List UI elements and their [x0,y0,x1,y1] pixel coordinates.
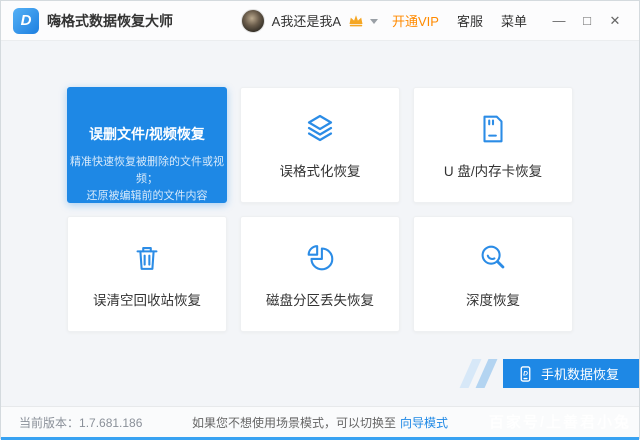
recovery-mode-grid: 误删文件/视频恢复 精准快速恢复被删除的文件或视频； 还原被编辑前的文件内容 误… [1,41,639,332]
card-deep-recovery[interactable]: 深度恢复 [413,216,573,332]
phone-button-label: 手机数据恢复 [541,364,619,383]
mode-hint: 如果您不想使用场景模式，可以切换至向导模式 [192,414,448,431]
watermark: 百家号/上善君小兔 [489,411,631,432]
phone-recovery-area: D 手机数据恢复 [466,359,639,388]
svg-text:D: D [523,370,528,377]
card-title: 误删文件/视频恢复 [89,124,205,144]
wizard-mode-link[interactable]: 向导模式 [400,416,448,430]
status-bar: 当前版本：1.7.681.186 如果您不想使用场景模式，可以切换至向导模式 百… [1,406,639,440]
titlebar-right: A我还是我A 开通VIP 客服 菜单 — □ ✕ [241,8,629,34]
card-label: U 盘/内存卡恢复 [444,160,542,180]
title-bar: D 嗨格式数据恢复大师 A我还是我A 开通VIP 客服 菜单 — □ ✕ [1,1,639,41]
phone-icon: D [517,365,534,383]
minimize-button[interactable]: — [545,8,573,34]
card-recycle-bin-recovery[interactable]: 误清空回收站恢复 [67,216,227,332]
card-partition-loss-recovery[interactable]: 磁盘分区丢失恢复 [240,216,400,332]
card-label: 误清空回收站恢复 [93,289,201,309]
maximize-button[interactable]: □ [573,8,601,34]
card-label: 磁盘分区丢失恢复 [266,289,374,309]
customer-service-button[interactable]: 客服 [457,11,483,30]
chevron-down-icon[interactable] [370,19,378,24]
card-usb-memory-card-recovery[interactable]: U 盘/内存卡恢复 [413,87,573,203]
trash-icon [130,240,164,276]
username: A我还是我A [272,11,341,30]
close-button[interactable]: ✕ [601,8,629,34]
main-area: 误删文件/视频恢复 精准快速恢复被删除的文件或视频； 还原被编辑前的文件内容 误… [1,41,639,406]
phone-data-recovery-button[interactable]: D 手机数据恢复 [503,359,639,388]
card-description: 精准快速恢复被删除的文件或视频； 还原被编辑前的文件内容 [68,154,226,205]
version-info: 当前版本：1.7.681.186 [1,414,142,431]
card-label: 误格式化恢复 [280,160,361,180]
open-vip-button[interactable]: 开通VIP [392,11,439,30]
crown-icon [348,14,364,27]
card-deleted-file-video-recovery[interactable]: 误删文件/视频恢复 精准快速恢复被删除的文件或视频； 还原被编辑前的文件内容 [67,87,227,203]
user-avatar[interactable] [241,9,265,33]
search-icon [476,240,510,276]
sd-card-icon [476,111,510,147]
pie-chart-icon [303,240,337,276]
layers-icon [302,111,338,147]
app-title: 嗨格式数据恢复大师 [47,11,173,31]
app-logo-icon: D [13,8,39,34]
menu-button[interactable]: 菜单 [501,11,527,30]
card-format-recovery[interactable]: 误格式化恢复 [240,87,400,203]
card-label: 深度恢复 [466,289,520,309]
window-controls: — □ ✕ [545,8,629,34]
